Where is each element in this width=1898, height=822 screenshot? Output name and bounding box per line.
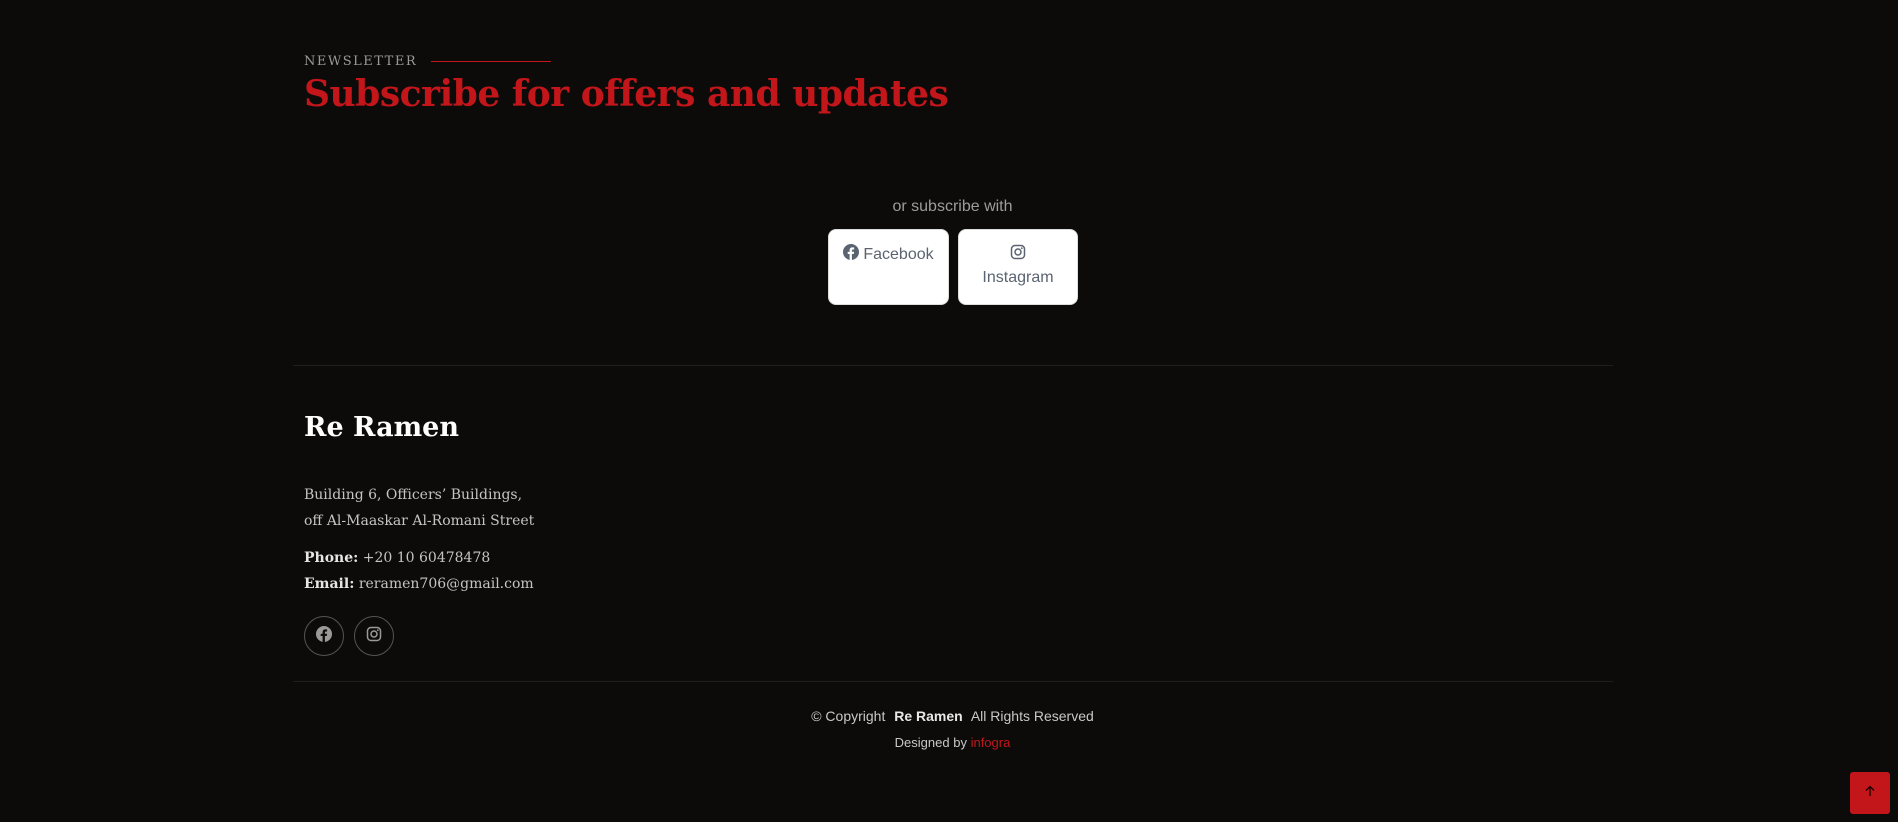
- designed-by: Designed by infogra: [0, 735, 1898, 750]
- footer-social-links: [304, 616, 394, 656]
- footer-brand: Re Ramen: [304, 412, 459, 443]
- label-accent-line: [431, 61, 552, 62]
- instagram-icon: [366, 626, 382, 647]
- instagram-button-label: Instagram: [982, 269, 1054, 286]
- instagram-subscribe-button[interactable]: Instagram: [958, 229, 1078, 305]
- copyright-suffix: All Rights Reserved: [970, 708, 1094, 724]
- footer-facebook-link[interactable]: [304, 616, 344, 656]
- copyright-text: © Copyright Re Ramen All Rights Reserved: [0, 708, 1898, 724]
- footer-divider: [293, 681, 1613, 682]
- footer-instagram-link[interactable]: [354, 616, 394, 656]
- newsletter-title: Subscribe for offers and updates: [304, 73, 949, 115]
- email-value[interactable]: reramen706@gmail.com: [359, 576, 534, 592]
- footer-contact: Phone: +20 10 60478478 Email: reramen706…: [304, 545, 534, 597]
- newsletter-section: NEWSLETTER Subscribe for offers and upda…: [304, 54, 949, 115]
- arrow-up-icon: [1864, 784, 1876, 802]
- subscribe-with-text: or subscribe with: [892, 198, 1013, 215]
- designer-link[interactable]: infogra: [971, 735, 1011, 750]
- footer-address: Building 6, Officers’ Buildings, off Al-…: [304, 482, 534, 534]
- email-row: Email: reramen706@gmail.com: [304, 571, 534, 597]
- newsletter-label: NEWSLETTER: [304, 54, 418, 69]
- section-divider: [293, 365, 1613, 366]
- facebook-subscribe-button[interactable]: Facebook: [828, 229, 949, 305]
- instagram-icon: [1010, 244, 1026, 265]
- facebook-button-label: Facebook: [863, 245, 934, 263]
- email-label: Email:: [304, 576, 355, 592]
- back-to-top-button[interactable]: [1850, 772, 1890, 814]
- subscribe-social-buttons: Facebook Instagram: [828, 229, 1078, 305]
- phone-value[interactable]: +20 10 60478478: [363, 550, 491, 566]
- copyright-prefix: © Copyright: [811, 708, 886, 724]
- address-line-1: Building 6, Officers’ Buildings,: [304, 487, 523, 503]
- designed-by-prefix: Designed by: [894, 735, 967, 750]
- facebook-icon: [316, 625, 332, 647]
- address-line-2: off Al-Maaskar Al-Romani Street: [304, 513, 535, 529]
- phone-label: Phone:: [304, 550, 359, 566]
- facebook-icon: [843, 244, 860, 265]
- phone-row: Phone: +20 10 60478478: [304, 545, 534, 571]
- copyright-brand: Re Ramen: [894, 708, 963, 724]
- newsletter-label-row: NEWSLETTER: [304, 54, 948, 69]
